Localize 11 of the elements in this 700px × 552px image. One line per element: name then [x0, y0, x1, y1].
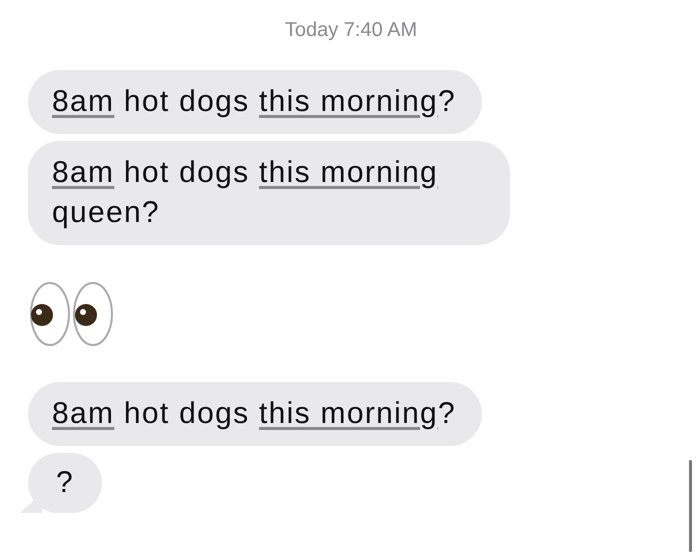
eyes-icon	[28, 281, 116, 347]
detected-link[interactable]: this morning	[259, 156, 438, 189]
detected-link[interactable]: 8am	[52, 156, 114, 189]
message-bubble: 8am hot dogs this morning?	[28, 382, 482, 446]
timestamp: Today 7:40 AM	[284, 18, 418, 42]
detected-link[interactable]: 8am	[52, 85, 114, 118]
message-bubble: 8am hot dogs this morning queen?	[28, 141, 510, 245]
detected-link[interactable]: 8am	[52, 397, 114, 430]
detected-link[interactable]: this morning	[259, 85, 438, 118]
detected-link[interactable]: this morning	[259, 397, 438, 430]
message-bubble: 8am hot dogs this morning?	[28, 70, 482, 134]
